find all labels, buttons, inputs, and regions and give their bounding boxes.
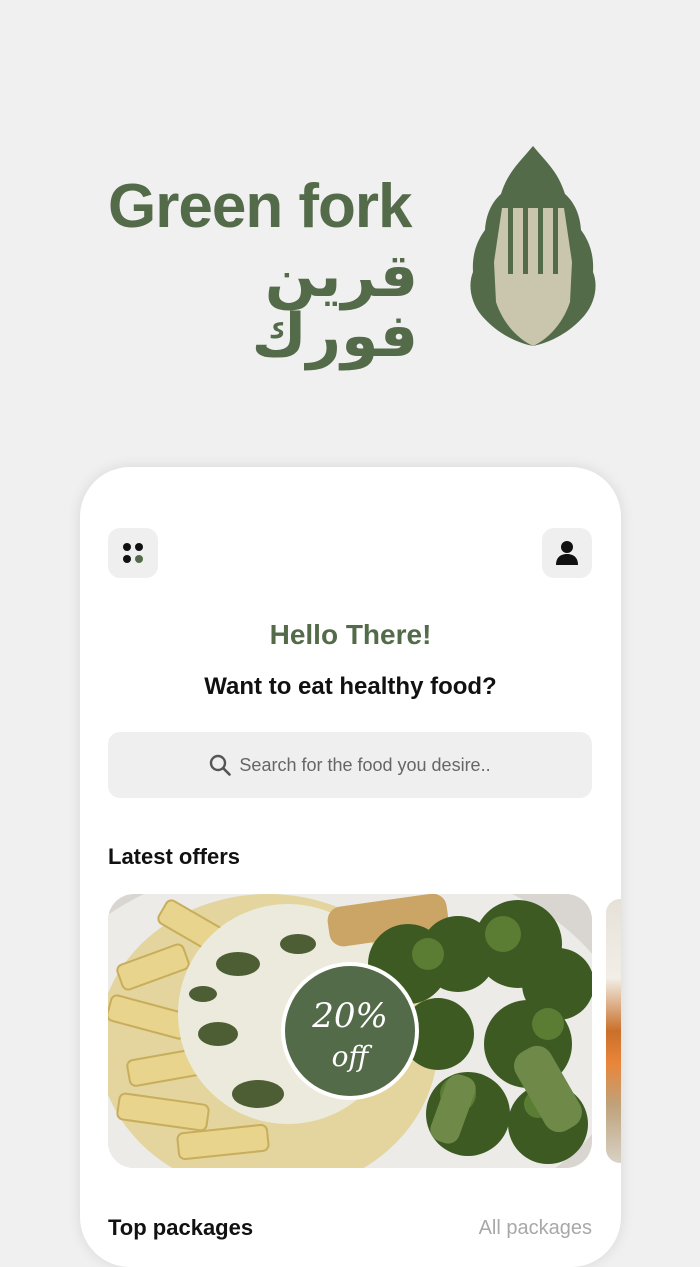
user-icon	[556, 541, 578, 565]
profile-button[interactable]	[542, 528, 592, 578]
next-offer-card[interactable]	[606, 899, 621, 1163]
discount-badge: 20% off	[281, 962, 419, 1100]
app-screen: Hello There! Want to eat healthy food? S…	[80, 467, 621, 1267]
brand-header: Green fork قرين فورك	[0, 0, 700, 420]
offer-card[interactable]: 20% off	[108, 894, 592, 1168]
brand-name-arabic: قرين فورك	[251, 241, 418, 371]
greeting-title: Hello There!	[269, 619, 432, 650]
discount-suffix: off	[331, 1040, 369, 1073]
leaf-fork-logo	[470, 146, 596, 346]
search-placeholder: Search for the food you desire..	[239, 754, 491, 775]
greeting-subtitle: Want to eat healthy food?	[204, 673, 497, 700]
search-input[interactable]: Search for the food you desire..	[108, 732, 592, 798]
latest-offers-title: Latest offers	[108, 844, 241, 869]
all-packages-link[interactable]: All packages	[479, 1217, 592, 1240]
brand-name-english: Green fork	[108, 172, 413, 241]
discount-value: 20%	[312, 996, 388, 1036]
search-icon	[210, 754, 232, 776]
top-packages-title: Top packages	[108, 1215, 254, 1240]
grid-dots-icon	[123, 543, 143, 563]
menu-button[interactable]	[108, 528, 158, 578]
